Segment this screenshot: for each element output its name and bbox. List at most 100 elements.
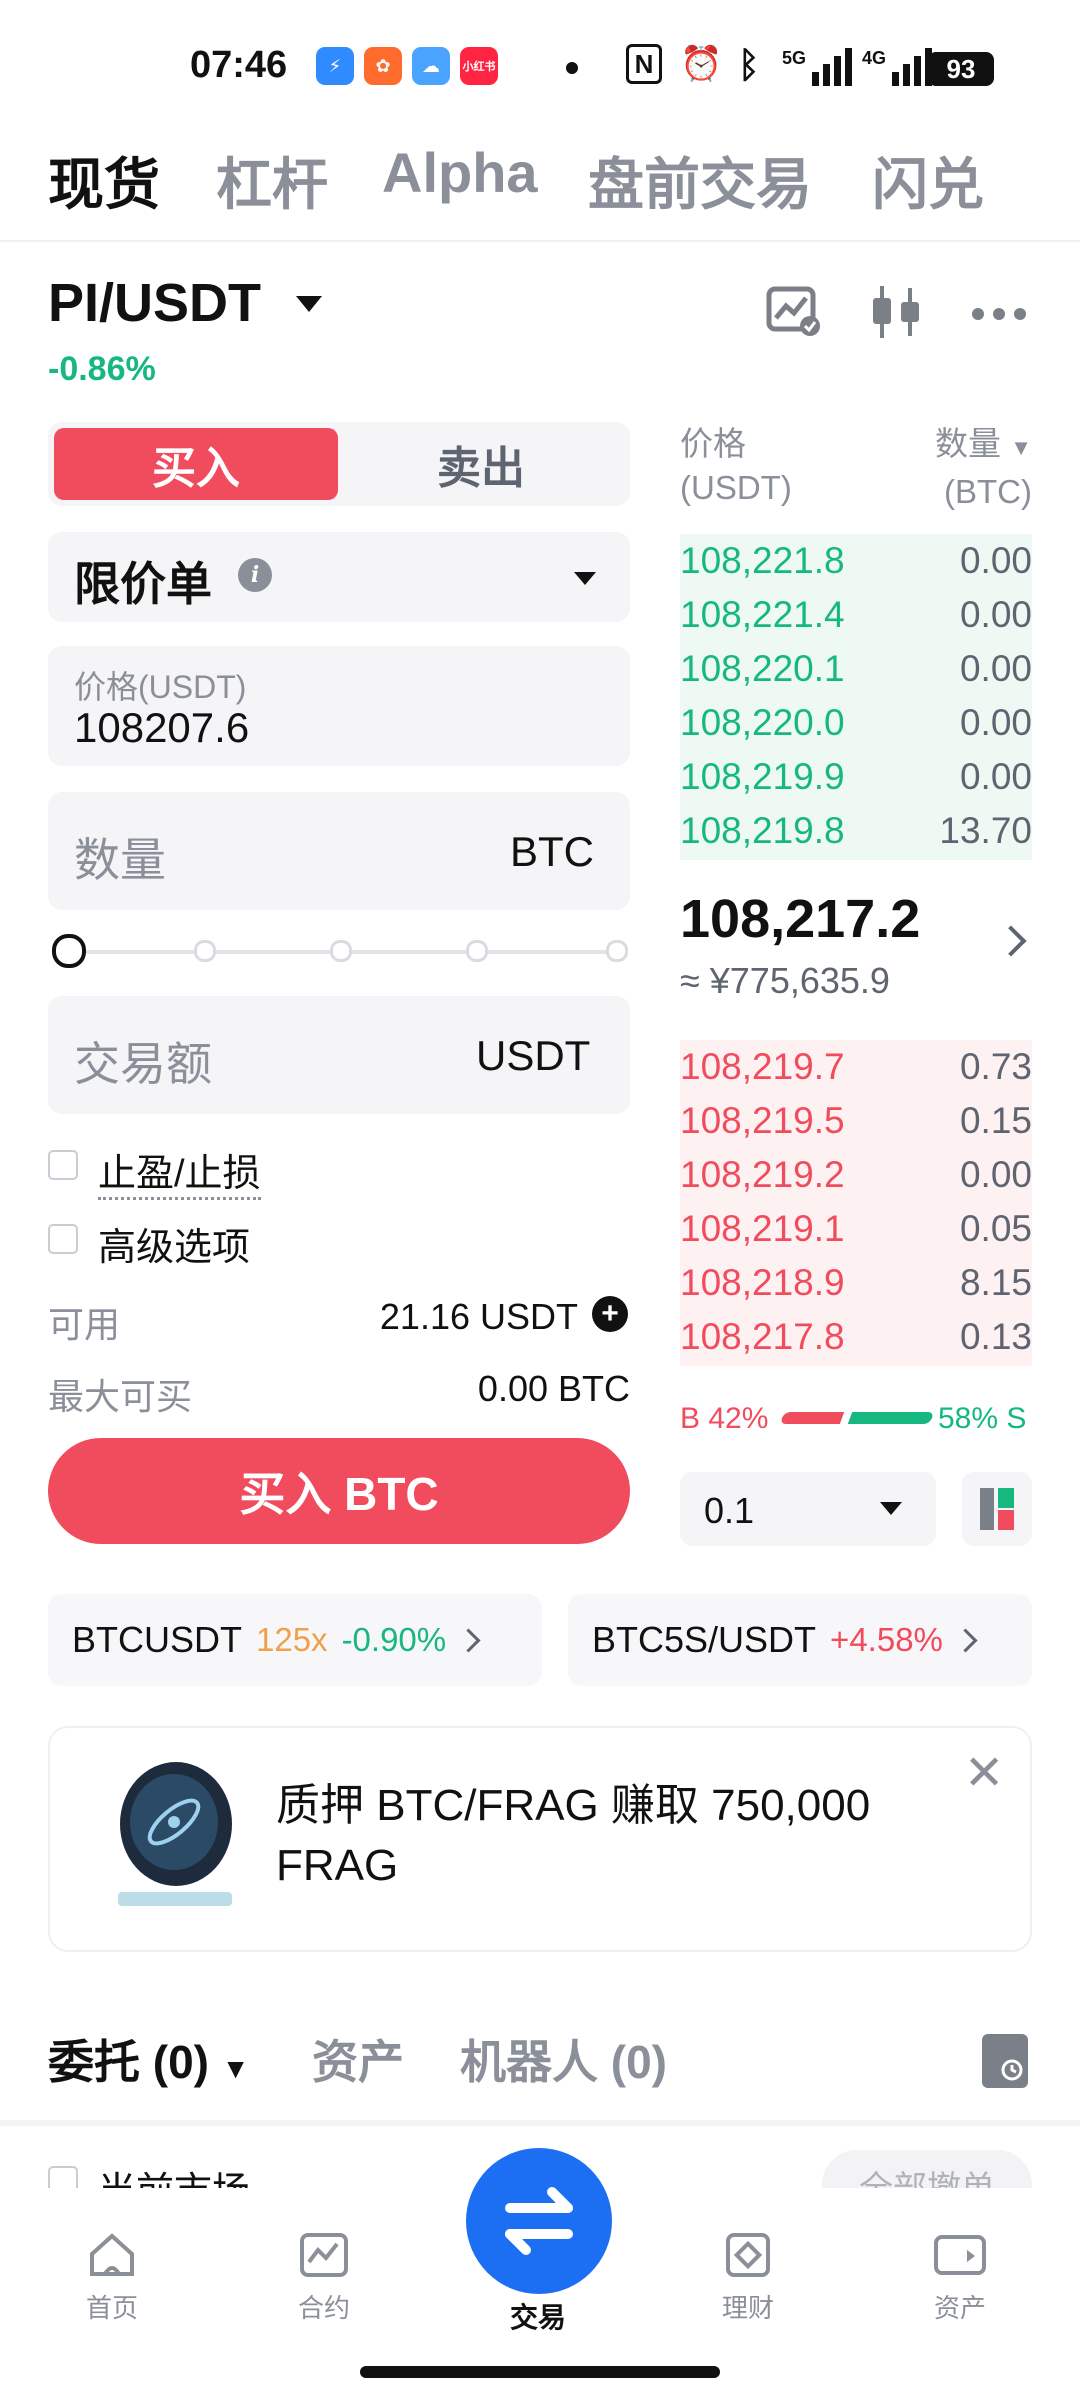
wallet-icon [934,2235,986,2275]
ask-row[interactable]: 108,221.8 0.00 [680,534,1032,588]
order-type-value: 限价单 [74,558,212,610]
amount-unit: USDT [476,1032,591,1079]
swap-icon [505,2187,573,2255]
bluetooth-icon: ᛒ [738,44,760,85]
ask-row[interactable]: 108,221.4 0.00 [680,588,1032,642]
tpsl-label[interactable]: 止盈/止损 [98,1142,261,1200]
orderbook-layout-button[interactable] [962,1472,1032,1546]
pair-change: -0.86% [48,350,156,388]
chevron-down-icon [880,1502,902,1515]
buy-tab[interactable]: 买入 [54,428,338,500]
trade-button[interactable] [466,2148,612,2294]
alarm-icon: ⏰ [680,45,723,83]
sell-ratio-bar [847,1412,935,1424]
chart-icon[interactable] [766,286,822,338]
price-value[interactable]: 108207.6 [74,704,249,752]
nav-earn[interactable]: 理财 [688,2232,808,2325]
tab-bots[interactable]: 机器人 (0) [460,2026,667,2092]
amount-placeholder: 交易额 [74,1038,212,1090]
tab-assets[interactable]: 资产 [312,2026,404,2092]
ticker-change: +4.58% [830,1621,943,1658]
status-time: 07:46 [190,44,288,86]
max-buy-label: 最大可买 [48,1376,193,1417]
promo-text[interactable]: 质押 BTC/FRAG 赚取 750,000 FRAG [276,1776,956,1896]
advanced-checkbox[interactable] [48,1224,78,1254]
tab-margin[interactable]: 杠杆 [216,140,328,221]
earn-icon [726,2233,770,2277]
close-icon[interactable]: ✕ [964,1750,1004,1798]
tab-orders[interactable]: 委托 (0) ▼ [48,2026,250,2092]
orderbook-qty-header[interactable]: 数量 ▼ (BTC) [902,422,1032,514]
home-icon [90,2233,134,2276]
tab-alpha[interactable]: Alpha [382,140,538,205]
sell-tab[interactable]: 卖出 [338,428,624,500]
add-funds-icon[interactable]: + [592,1296,628,1332]
available-value: 21.16 USDT [379,1296,578,1337]
section-divider [0,2120,1080,2126]
ask-row[interactable]: 108,220.1 0.00 [680,642,1032,696]
notification-dot-icon [566,62,578,74]
chevron-right-icon[interactable] [995,925,1027,957]
nav-futures[interactable]: 合约 [264,2232,384,2325]
signal-5g-icon: 5G [782,48,853,86]
ask-row[interactable]: 108,219.9 0.00 [680,750,1032,804]
flash-app-icon: ⚡ [316,47,354,85]
advanced-label[interactable]: 高级选项 [98,1216,250,1271]
home-indicator [360,2366,720,2378]
chevron-right-icon [456,1627,481,1653]
slider-step-50[interactable] [330,940,352,962]
market-type-tabs: 现货 杠杆 Alpha 盘前交易 闪兑 [0,140,1080,242]
ask-row[interactable]: 108,219.8 13.70 [680,804,1032,858]
quantity-unit: BTC [510,828,594,875]
ask-row[interactable]: 108,220.0 0.00 [680,696,1032,750]
bid-row[interactable]: 108,218.9 8.15 [680,1256,1032,1310]
nfc-icon: N [626,44,662,84]
slider-step-25[interactable] [194,940,216,962]
more-icon[interactable] [970,304,1028,324]
ticker-change: -0.90% [341,1621,447,1658]
last-price-cny: ≈ ¥775,635.9 [680,960,890,1001]
ticker-symbol: BTC5S/USDT [592,1619,817,1660]
price-label: 价格(USDT) [74,669,247,705]
slider-step-75[interactable] [466,940,488,962]
tab-convert[interactable]: 闪兑 [872,140,984,221]
info-icon[interactable]: i [238,558,272,592]
buy-ratio-bar [779,1412,845,1424]
bid-row[interactable]: 108,219.7 0.73 [680,1040,1032,1094]
slider-handle[interactable] [52,934,86,968]
sell-ratio-label: 58% S [938,1402,1027,1435]
available-label: 可用 [48,1304,121,1345]
order-history-icon[interactable] [982,2034,1028,2088]
ticker-leverage: 125x [256,1621,328,1658]
buy-sell-ratio-bar [779,1412,935,1424]
bid-row[interactable]: 108,219.5 0.15 [680,1094,1032,1148]
tab-premarket[interactable]: 盘前交易 [588,140,812,221]
tpsl-checkbox[interactable] [48,1150,78,1180]
quantity-placeholder: 数量 [74,834,166,886]
candlestick-icon[interactable] [870,284,924,340]
staking-coin-icon [118,1762,232,1906]
chevron-right-icon [953,1627,978,1653]
nav-home[interactable]: 首页 [52,2232,172,2325]
nav-assets[interactable]: 资产 [900,2232,1020,2325]
buy-btc-button[interactable]: 买入 BTC [48,1438,630,1544]
orderbook-price-header: 价格 (USDT) [680,425,792,506]
xiaohongshu-app-icon: 小红书 [460,47,498,85]
depth-value: 0.1 [704,1490,755,1531]
ticker-card-btc5s[interactable]: BTC5S/USDT +4.58% [568,1594,1032,1686]
bid-row[interactable]: 108,217.8 0.13 [680,1310,1032,1364]
max-buy-value: 0.00 BTC [477,1368,630,1409]
signal-4g-icon: 4G [862,48,933,86]
tab-spot[interactable]: 现货 [48,140,160,221]
buy-ratio-label: B 42% [680,1402,769,1435]
nav-trade-label[interactable]: 交易 [510,2296,566,2336]
chevron-down-icon[interactable] [296,296,322,312]
futures-icon [300,2233,348,2277]
bid-row[interactable]: 108,219.1 0.05 [680,1202,1032,1256]
pair-selector[interactable]: PI/USDT [48,272,261,334]
chevron-down-icon [574,572,596,585]
slider-step-100[interactable] [606,940,628,962]
last-price: 108,217.2 [680,889,921,949]
bid-row[interactable]: 108,219.2 0.00 [680,1148,1032,1202]
ticker-card-btcusdt[interactable]: BTCUSDT 125x -0.90% [48,1594,542,1686]
